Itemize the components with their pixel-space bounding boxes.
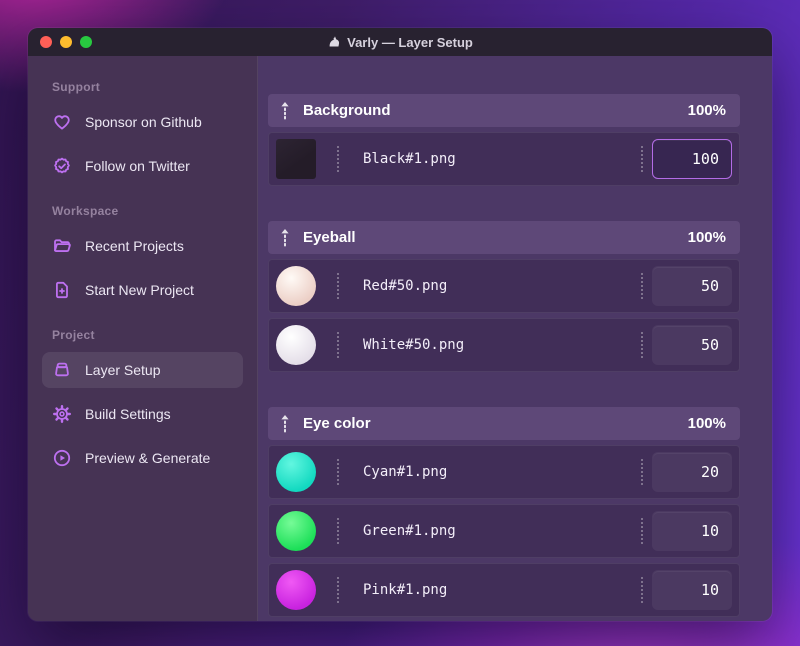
layer-weight-input[interactable]: [652, 266, 732, 306]
divider: [641, 146, 643, 172]
verified-badge-icon: [52, 156, 72, 176]
zoom-button[interactable]: [80, 36, 92, 48]
layer-row[interactable]: Red#50.png: [268, 259, 740, 313]
divider: [641, 518, 643, 544]
layer-thumbnail: [276, 139, 316, 179]
sidebar-item-follow-on-twitter[interactable]: Follow on Twitter: [42, 148, 243, 184]
divider: [337, 332, 339, 358]
layer-row[interactable]: White#50.png: [268, 318, 740, 372]
sidebar-section-support: Support Sponsor on Github Follow on Twit…: [42, 80, 243, 184]
sidebar-section-project: Project Layer Setup Build Settings Previ…: [42, 328, 243, 476]
divider: [337, 577, 339, 603]
sidebar: Support Sponsor on Github Follow on Twit…: [28, 56, 258, 621]
section-label: Support: [52, 80, 101, 94]
group-opacity: 100%: [687, 102, 726, 119]
layer-filename: Black#1.png: [363, 151, 456, 167]
window-body: Support Sponsor on Github Follow on Twit…: [28, 56, 772, 621]
divider: [337, 273, 339, 299]
unicorn-icon: [327, 35, 341, 49]
layer-weight-input[interactable]: [652, 139, 732, 179]
divider: [337, 459, 339, 485]
sidebar-item-sponsor-on-github[interactable]: Sponsor on Github: [42, 104, 243, 140]
divider: [641, 577, 643, 603]
layer-filename: Cyan#1.png: [363, 464, 448, 480]
app-window: Varly — Layer Setup Support Sponsor on G…: [28, 28, 772, 621]
layer-weight-input[interactable]: [652, 325, 732, 365]
layer-filename: Pink#1.png: [363, 582, 448, 598]
layer-box-icon: [52, 360, 72, 380]
group-opacity: 100%: [687, 229, 726, 246]
layer-thumbnail: [276, 570, 316, 610]
group-title: Eyeball: [303, 229, 356, 246]
drag-handle-icon[interactable]: [280, 228, 290, 248]
drag-handle-icon[interactable]: [280, 414, 290, 434]
sidebar-item-label: Follow on Twitter: [85, 158, 190, 174]
layer-group-eyeball: Eyeball 100% Red#50.png White#50.png: [268, 221, 740, 372]
group-header: Background 100%: [268, 94, 740, 127]
layer-group-background: Background 100% Black#1.png: [268, 94, 740, 186]
sidebar-item-build-settings[interactable]: Build Settings: [42, 396, 243, 432]
play-circle-icon: [52, 448, 72, 468]
close-button[interactable]: [40, 36, 52, 48]
window-title: Varly — Layer Setup: [28, 28, 772, 56]
section-label: Project: [52, 328, 95, 342]
divider: [641, 273, 643, 299]
layer-row[interactable]: Pink#1.png: [268, 563, 740, 617]
divider: [641, 332, 643, 358]
sidebar-item-label: Start New Project: [85, 282, 194, 298]
drag-handle-icon[interactable]: [280, 101, 290, 121]
layer-thumbnail: [276, 511, 316, 551]
layer-weight-input[interactable]: [652, 511, 732, 551]
sidebar-item-preview-generate[interactable]: Preview & Generate: [42, 440, 243, 476]
layer-weight-input[interactable]: [652, 570, 732, 610]
layer-filename: Red#50.png: [363, 278, 448, 294]
layer-list: Background 100% Black#1.png Eyeba: [258, 56, 772, 621]
group-header: Eyeball 100%: [268, 221, 740, 254]
sidebar-item-start-new-project[interactable]: Start New Project: [42, 272, 243, 308]
gear-icon: [52, 404, 72, 424]
layer-row[interactable]: Cyan#1.png: [268, 445, 740, 499]
layer-thumbnail: [276, 452, 316, 492]
layer-group-eye-color: Eye color 100% Cyan#1.png Green#1.png: [268, 407, 740, 617]
layer-thumbnail: [276, 325, 316, 365]
window-title-text: Varly — Layer Setup: [347, 34, 473, 50]
group-opacity: 100%: [687, 415, 726, 432]
sidebar-item-layer-setup[interactable]: Layer Setup: [42, 352, 243, 388]
group-header: Eye color 100%: [268, 407, 740, 440]
layer-row[interactable]: Green#1.png: [268, 504, 740, 558]
folder-icon: [52, 236, 72, 256]
layer-filename: Green#1.png: [363, 523, 456, 539]
minimize-button[interactable]: [60, 36, 72, 48]
layer-row[interactable]: Black#1.png: [268, 132, 740, 186]
divider: [337, 146, 339, 172]
sidebar-item-label: Preview & Generate: [85, 450, 211, 466]
titlebar: Varly — Layer Setup: [28, 28, 772, 56]
layer-weight-input[interactable]: [652, 452, 732, 492]
desktop: { "window": { "title": "Varly — Layer Se…: [0, 0, 800, 646]
heart-icon: [52, 112, 72, 132]
sidebar-item-label: Layer Setup: [85, 362, 161, 378]
section-label: Workspace: [52, 204, 119, 218]
file-plus-icon: [52, 280, 72, 300]
sidebar-item-label: Recent Projects: [85, 238, 184, 254]
traffic-lights: [40, 36, 92, 48]
group-title: Eye color: [303, 415, 371, 432]
group-title: Background: [303, 102, 391, 119]
layer-thumbnail: [276, 266, 316, 306]
divider: [337, 518, 339, 544]
divider: [641, 459, 643, 485]
sidebar-item-recent-projects[interactable]: Recent Projects: [42, 228, 243, 264]
sidebar-item-label: Build Settings: [85, 406, 171, 422]
sidebar-item-label: Sponsor on Github: [85, 114, 202, 130]
sidebar-section-workspace: Workspace Recent Projects Start New Proj…: [42, 204, 243, 308]
layer-filename: White#50.png: [363, 337, 465, 353]
